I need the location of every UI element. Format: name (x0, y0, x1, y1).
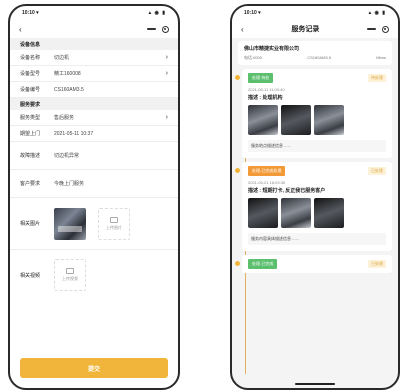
record-time: 2021-05-21 16:03:35 (248, 180, 286, 185)
company-phone: 电话:0000 (244, 55, 263, 60)
label-device-number: 设备编号 (20, 87, 41, 93)
more-icon[interactable] (147, 28, 156, 30)
row-device-name[interactable]: 设备名称 切边机 › (10, 50, 178, 66)
record-badge: 处理-待处 (248, 73, 274, 83)
records-phone-screen: 10:10 ▾ ▴ ◉ ▮ ‹ 服务记录 佛山市精捷实业有限公司 电话:0000… (230, 4, 400, 390)
submit-button[interactable]: 提交 (20, 358, 168, 378)
section-device-info: 设备信息 (10, 38, 178, 50)
record-header: 处理-已完成 已处理 (248, 259, 386, 269)
record-photos (248, 105, 386, 135)
status-time: 10:10 ▾ (244, 10, 261, 16)
uploaded-photo-thumbnail[interactable] (54, 207, 86, 240)
row-fault-description[interactable]: 故障描述 切边机异常 (10, 142, 178, 170)
company-model: CS160AM3.5 (307, 55, 332, 60)
value-fault-description: 切边机异常 (54, 153, 80, 159)
more-icon[interactable] (366, 28, 376, 30)
status-time: 10:10 ▾ (22, 10, 39, 16)
value-service-type: 售后服务 (54, 115, 75, 121)
record-description: 描述 : 短期打卡, 反正我已服务客户 (248, 188, 326, 194)
nav-bar: ‹ 服务记录 (232, 20, 398, 38)
record-card[interactable]: 处理-已完成处理 已处理 2021-05-21 16:03:35 描述 : 短期… (235, 162, 392, 251)
label-fault-description: 故障描述 (20, 153, 41, 159)
status-badge: 待处理 (368, 74, 386, 82)
label-service-type: 服务类型 (20, 115, 41, 121)
row-expected-visit[interactable]: 期望上门 2021-05-11 10:37 (10, 126, 178, 142)
upload-video-button[interactable]: 上传视频 (54, 259, 86, 291)
chevron-right-icon: › (165, 54, 168, 61)
company-card: 佛山市精捷实业有限公司 电话:0000 CS160AM3.5 Mtms (238, 41, 392, 65)
status-badge: 已处理 (368, 260, 386, 268)
record-photo[interactable] (314, 198, 344, 228)
timeline-node (235, 168, 240, 173)
row-related-photos: 相关图片 上传图片 (10, 198, 178, 250)
record-photo[interactable] (248, 105, 278, 135)
row-customer-requirement[interactable]: 客户要求 今晚上门服务 (10, 170, 178, 198)
record-footer: 服务内容具体描述信息 ...... (248, 233, 386, 245)
record-badge: 处理-已完成 (248, 259, 278, 269)
label-related-photos: 相关图片 (20, 221, 41, 227)
record-time: 2021-05-11 11:00:40 (248, 87, 285, 92)
record-photo[interactable] (281, 105, 311, 135)
timeline-node (235, 261, 240, 266)
company-meta: 电话:0000 CS160AM3.5 Mtms (244, 55, 386, 61)
label-customer-requirement: 客户要求 (20, 181, 41, 187)
record-header: 处理-待处 待处理 (248, 73, 386, 83)
section-service-requirements: 服务要求 (10, 98, 178, 110)
timeline-node (235, 75, 240, 80)
upload-photo-button[interactable]: 上传图片 (98, 207, 130, 240)
value-device-number: CS160AM3.5 (54, 86, 84, 93)
status-icons: ▴ ◉ ▮ (368, 10, 386, 16)
value-device-name: 切边机 (54, 55, 70, 61)
close-target-icon[interactable] (381, 25, 389, 33)
back-icon[interactable]: ‹ (19, 25, 22, 34)
status-icons: ▴ ◉ ▮ (148, 10, 166, 16)
home-indicator (295, 383, 335, 385)
row-device-number[interactable]: 设备编号 CS160AM3.5 (10, 82, 178, 98)
label-device-name: 设备名称 (20, 55, 41, 61)
capsule-actions (366, 25, 389, 33)
chevron-right-icon: › (165, 114, 168, 121)
video-camera-icon (66, 268, 74, 274)
status-bar: 10:10 ▾ ▴ ◉ ▮ (10, 6, 178, 20)
upload-photo-label: 上传图片 (106, 224, 122, 230)
capsule-actions (147, 25, 169, 33)
form-phone-screen: 10:10 ▾ ▴ ◉ ▮ ‹ 设备信息 设备名称 切边机 › 设备型号 精工1… (8, 4, 180, 390)
value-expected-visit: 2021-05-11 10:37 (54, 130, 94, 137)
record-card[interactable]: 处理-已完成 已处理 (235, 255, 392, 273)
value-device-model: 精工160008 (54, 71, 81, 77)
chevron-right-icon: › (165, 70, 168, 77)
record-description: 描述 : 处理机构 (248, 95, 283, 101)
record-photo[interactable] (248, 198, 278, 228)
record-photos (248, 198, 386, 228)
row-service-type[interactable]: 服务类型 售后服务 › (10, 110, 178, 126)
status-bar: 10:10 ▾ ▴ ◉ ▮ (232, 6, 398, 20)
value-customer-requirement: 今晚上门服务 (54, 181, 85, 187)
nav-bar: ‹ (10, 20, 178, 38)
record-photo[interactable] (281, 198, 311, 228)
row-related-video: 相关视频 上传视频 (10, 250, 178, 300)
label-device-model: 设备型号 (20, 71, 41, 77)
upload-video-label: 上传视频 (62, 276, 78, 281)
company-extra: Mtms (376, 55, 386, 60)
close-target-icon[interactable] (162, 25, 169, 33)
page-title: 服务记录 (291, 26, 320, 33)
back-icon[interactable]: ‹ (241, 25, 244, 34)
record-footer: 服务地点描述信息 ...... (248, 140, 386, 152)
record-badge: 处理-已完成处理 (248, 166, 286, 176)
record-photo[interactable] (314, 105, 344, 135)
company-name: 佛山市精捷实业有限公司 (244, 46, 300, 52)
camera-icon (110, 216, 118, 223)
label-expected-visit: 期望上门 (20, 131, 41, 137)
row-device-model[interactable]: 设备型号 精工160008 › (10, 66, 178, 82)
record-card[interactable]: 处理-待处 待处理 2021-05-11 11:00:40 描述 : 处理机构 … (235, 69, 392, 158)
status-badge: 已处理 (368, 167, 386, 175)
record-header: 处理-已完成处理 已处理 (248, 166, 386, 176)
label-related-video: 相关视频 (20, 272, 41, 279)
